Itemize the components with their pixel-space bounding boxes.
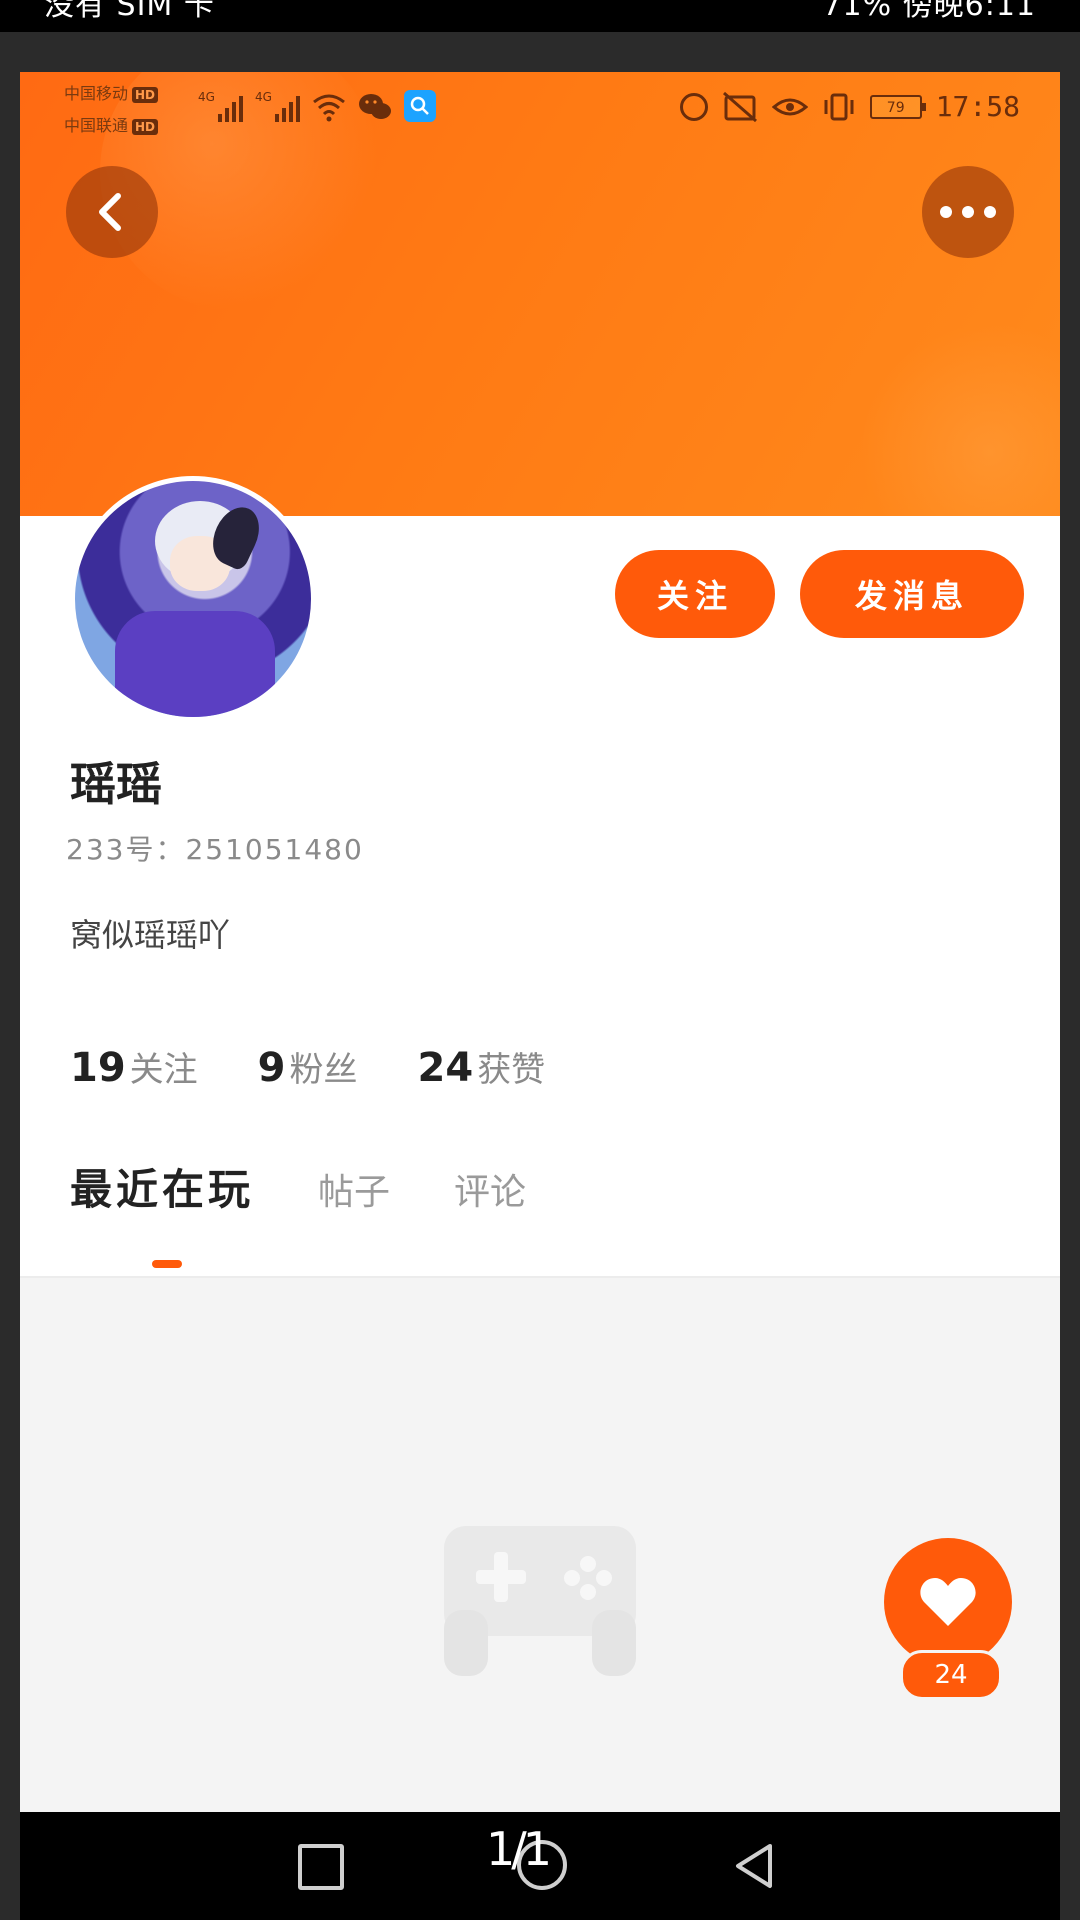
- nav-back-icon[interactable]: [732, 1842, 776, 1890]
- wifi-icon: [312, 94, 345, 122]
- no-sim-icon: [722, 91, 757, 122]
- bio: 窝似瑶瑶吖: [70, 916, 231, 954]
- sim-status: 没有 SIM 卡: [44, 0, 215, 23]
- like-button[interactable]: [884, 1538, 1012, 1666]
- like-count-badge: 24: [900, 1650, 1002, 1700]
- profile-screenshot: 中国移动 HD 中国联通 HD 4G 4G 79 17:58 关注 发消息 瑶瑶…: [20, 72, 1060, 1812]
- carrier-1: 中国移动 HD: [64, 80, 159, 104]
- tab-comments[interactable]: 评论: [454, 1163, 526, 1215]
- signal-icon: 4G: [198, 90, 243, 122]
- stats-row: 19 关注 9 粉丝 24 获赞: [70, 1042, 545, 1091]
- stat-fans[interactable]: 9 粉丝: [258, 1042, 358, 1091]
- chevron-left-icon: [99, 193, 121, 231]
- eye-comfort-icon: [771, 98, 808, 115]
- search-app-icon: [403, 90, 436, 122]
- follow-button[interactable]: 关注: [615, 550, 775, 638]
- profile-header-banner: 中国移动 HD 中国联通 HD 4G 4G 79 17:58: [20, 72, 1060, 516]
- username: 瑶瑶: [70, 757, 162, 811]
- stat-likes: 24 获赞: [417, 1045, 546, 1091]
- stat-following[interactable]: 19 关注: [70, 1042, 198, 1091]
- gamepad-icon: [444, 1526, 636, 1676]
- carrier-2: 中国联通 HD: [64, 112, 159, 136]
- avatar[interactable]: [70, 476, 316, 722]
- more-dots-icon: [940, 206, 996, 218]
- wechat-icon: [358, 94, 391, 119]
- page-counter: 1/1: [486, 1822, 552, 1876]
- profile-content: 关注 发消息 瑶瑶 233号：251051480 窝似瑶瑶吖 19 关注 9 粉丝 …: [20, 476, 1060, 1278]
- inner-clock: 17:58: [935, 90, 1020, 123]
- host-battery-time: 71% 傍晚6:11: [822, 0, 1036, 23]
- tab-indicator: [152, 1260, 182, 1268]
- vibrate-icon: [824, 93, 854, 120]
- more-button[interactable]: [922, 166, 1014, 258]
- back-button[interactable]: [66, 166, 158, 258]
- tab-posts[interactable]: 帖子: [318, 1163, 390, 1215]
- user-id: 233号：251051480: [66, 833, 364, 866]
- empty-state: [20, 1278, 1060, 1812]
- tab-recently-played[interactable]: 最近在玩: [70, 1156, 254, 1217]
- send-message-button[interactable]: 发消息: [800, 550, 1024, 638]
- signal-icon: 4G: [255, 90, 300, 122]
- heart-icon: [920, 1578, 976, 1626]
- profile-tabs: 最近在玩 帖子 评论: [70, 1156, 526, 1217]
- data-saver-icon: [679, 92, 708, 121]
- recents-button[interactable]: [298, 1844, 344, 1890]
- inner-status-bar: 中国移动 HD 中国联通 HD 4G 4G 79 17:58: [20, 72, 1060, 142]
- battery-icon: 79: [869, 94, 926, 119]
- host-status-bar: 没有 SIM 卡 71% 傍晚6:11: [0, 0, 1080, 32]
